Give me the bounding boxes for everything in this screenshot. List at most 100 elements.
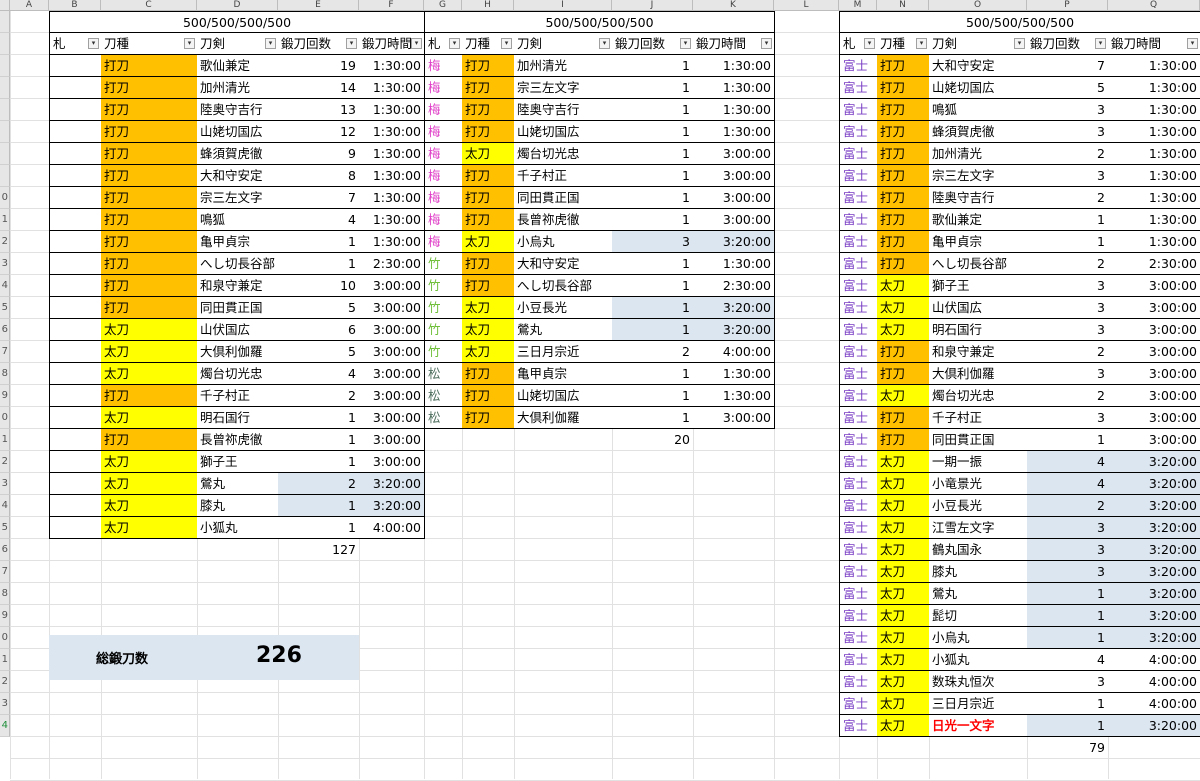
forge-count-cell[interactable]: 4 bbox=[1027, 473, 1109, 495]
fuda-cell[interactable]: 富士 bbox=[839, 275, 878, 297]
blade-type-cell[interactable]: 打刀 bbox=[101, 55, 198, 77]
forge-count-cell[interactable]: 1 bbox=[1027, 209, 1109, 231]
forge-count-cell[interactable]: 5 bbox=[278, 341, 360, 363]
row-header[interactable]: 3 bbox=[0, 473, 10, 495]
blade-type-cell[interactable]: 打刀 bbox=[877, 165, 930, 187]
forge-count-cell[interactable]: 3 bbox=[612, 231, 694, 253]
forge-time-cell[interactable]: 3:00:00 bbox=[359, 297, 425, 319]
blade-type-cell[interactable]: 太刀 bbox=[877, 275, 930, 297]
forge-time-cell[interactable]: 4:00:00 bbox=[1108, 649, 1200, 671]
forge-count-cell[interactable]: 1 bbox=[612, 363, 694, 385]
forge-count-cell[interactable]: 3 bbox=[1027, 363, 1109, 385]
forge-count-cell[interactable]: 3 bbox=[1027, 671, 1109, 693]
forge-count-cell[interactable]: 1 bbox=[278, 429, 360, 451]
sword-name-cell[interactable]: へし切長谷部 bbox=[929, 253, 1028, 275]
row-header[interactable] bbox=[0, 33, 10, 55]
forge-time-cell[interactable]: 3:20:00 bbox=[1108, 473, 1200, 495]
sword-name-cell[interactable]: へし切長谷部 bbox=[514, 275, 613, 297]
sword-name-cell[interactable]: 同田貫正国 bbox=[197, 297, 279, 319]
blade-type-cell[interactable]: 太刀 bbox=[462, 297, 515, 319]
sword-name-cell[interactable]: 和泉守兼定 bbox=[197, 275, 279, 297]
blade-type-cell[interactable]: 太刀 bbox=[877, 495, 930, 517]
fuda-cell[interactable]: 梅 bbox=[424, 187, 463, 209]
fuda-cell[interactable] bbox=[49, 143, 102, 165]
fuda-cell[interactable]: 梅 bbox=[424, 209, 463, 231]
blade-type-cell[interactable]: 打刀 bbox=[101, 253, 198, 275]
forge-count-cell[interactable]: 1 bbox=[1027, 231, 1109, 253]
sword-name-cell[interactable]: 大和守安定 bbox=[929, 55, 1028, 77]
blade-type-cell[interactable]: 打刀 bbox=[877, 187, 930, 209]
blade-type-cell[interactable]: 太刀 bbox=[877, 451, 930, 473]
sword-name-cell[interactable]: 小烏丸 bbox=[929, 627, 1028, 649]
row-header[interactable] bbox=[0, 143, 10, 165]
filter-dropdown-icon[interactable]: ▾ bbox=[346, 38, 357, 49]
forge-count-cell[interactable]: 19 bbox=[278, 55, 360, 77]
forge-time-cell[interactable]: 1:30:00 bbox=[693, 99, 775, 121]
fuda-cell[interactable] bbox=[49, 209, 102, 231]
forge-time-cell[interactable]: 1:30:00 bbox=[359, 143, 425, 165]
row-header[interactable]: 1 bbox=[0, 429, 10, 451]
fuda-cell[interactable] bbox=[49, 253, 102, 275]
fuda-cell[interactable]: 竹 bbox=[424, 297, 463, 319]
forge-time-cell[interactable]: 3:20:00 bbox=[693, 319, 775, 341]
forge-count-cell[interactable]: 1 bbox=[612, 407, 694, 429]
forge-count-cell[interactable]: 1 bbox=[612, 77, 694, 99]
blade-type-cell[interactable]: 打刀 bbox=[462, 385, 515, 407]
fuda-cell[interactable]: 松 bbox=[424, 363, 463, 385]
row-header[interactable]: 0 bbox=[0, 407, 10, 429]
fuda-cell[interactable]: 富士 bbox=[839, 55, 878, 77]
fuda-cell[interactable] bbox=[49, 473, 102, 495]
forge-count-cell[interactable]: 2 bbox=[612, 341, 694, 363]
forge-count-cell[interactable]: 1 bbox=[278, 407, 360, 429]
row-header[interactable]: 5 bbox=[0, 297, 10, 319]
forge-time-cell[interactable]: 1:30:00 bbox=[693, 55, 775, 77]
sword-name-cell[interactable]: 膝丸 bbox=[197, 495, 279, 517]
row-header[interactable]: 8 bbox=[0, 583, 10, 605]
blade-type-cell[interactable]: 太刀 bbox=[877, 649, 930, 671]
forge-time-cell[interactable]: 3:20:00 bbox=[1108, 627, 1200, 649]
forge-count-cell[interactable]: 1 bbox=[1027, 583, 1109, 605]
fuda-cell[interactable]: 富士 bbox=[839, 77, 878, 99]
sword-name-cell[interactable]: 小烏丸 bbox=[514, 231, 613, 253]
forge-count-cell[interactable]: 1 bbox=[612, 187, 694, 209]
fuda-cell[interactable]: 富士 bbox=[839, 561, 878, 583]
forge-time-cell[interactable]: 4:00:00 bbox=[1108, 671, 1200, 693]
blade-type-cell[interactable]: 打刀 bbox=[462, 209, 515, 231]
column-header[interactable]: C bbox=[101, 0, 197, 11]
forge-time-cell[interactable]: 1:30:00 bbox=[359, 209, 425, 231]
forge-count-cell[interactable]: 12 bbox=[278, 121, 360, 143]
forge-time-cell[interactable]: 3:20:00 bbox=[693, 231, 775, 253]
forge-time-cell[interactable]: 3:20:00 bbox=[1108, 561, 1200, 583]
forge-time-cell[interactable]: 3:00:00 bbox=[1108, 363, 1200, 385]
blade-type-cell[interactable]: 打刀 bbox=[101, 209, 198, 231]
forge-time-cell[interactable]: 1:30:00 bbox=[1108, 187, 1200, 209]
forge-time-cell[interactable]: 3:00:00 bbox=[1108, 319, 1200, 341]
sword-name-cell[interactable]: 明石国行 bbox=[929, 319, 1028, 341]
sword-name-cell[interactable]: 鶯丸 bbox=[929, 583, 1028, 605]
blade-type-cell[interactable]: 太刀 bbox=[101, 319, 198, 341]
fuda-cell[interactable]: 梅 bbox=[424, 99, 463, 121]
forge-time-cell[interactable]: 1:30:00 bbox=[359, 165, 425, 187]
forge-count-cell[interactable]: 1 bbox=[612, 121, 694, 143]
fuda-cell[interactable] bbox=[49, 297, 102, 319]
forge-count-cell[interactable]: 2 bbox=[1027, 187, 1109, 209]
fuda-cell[interactable] bbox=[49, 231, 102, 253]
blade-type-cell[interactable]: 打刀 bbox=[877, 429, 930, 451]
fuda-cell[interactable]: 梅 bbox=[424, 55, 463, 77]
fuda-cell[interactable]: 富士 bbox=[839, 319, 878, 341]
forge-time-cell[interactable]: 1:30:00 bbox=[1108, 165, 1200, 187]
sword-name-cell[interactable]: 歌仙兼定 bbox=[929, 209, 1028, 231]
row-header[interactable] bbox=[0, 55, 10, 77]
sword-name-cell[interactable]: 小豆長光 bbox=[514, 297, 613, 319]
fuda-cell[interactable]: 富士 bbox=[839, 341, 878, 363]
sword-name-cell[interactable]: 陸奥守吉行 bbox=[514, 99, 613, 121]
forge-count-cell[interactable]: 3 bbox=[1027, 121, 1109, 143]
blade-type-cell[interactable]: 太刀 bbox=[877, 517, 930, 539]
blade-type-cell[interactable]: 打刀 bbox=[877, 253, 930, 275]
forge-count-cell[interactable]: 2 bbox=[1027, 253, 1109, 275]
forge-count-cell[interactable]: 8 bbox=[278, 165, 360, 187]
forge-count-cell[interactable]: 14 bbox=[278, 77, 360, 99]
forge-time-cell[interactable]: 3:20:00 bbox=[1108, 517, 1200, 539]
sword-name-cell[interactable]: 山姥切国広 bbox=[929, 77, 1028, 99]
forge-count-cell[interactable]: 1 bbox=[1027, 715, 1109, 737]
